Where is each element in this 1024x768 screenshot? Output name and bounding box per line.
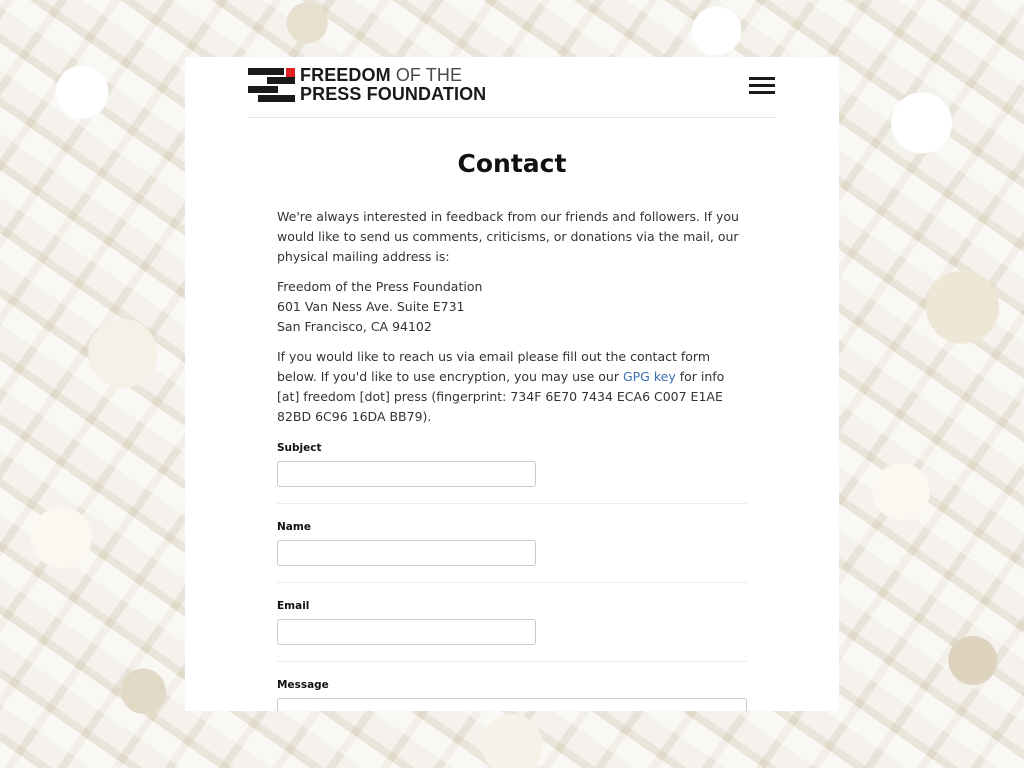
contact-form: Subject Name Email Message — [277, 441, 747, 711]
hamburger-menu-icon — [749, 77, 775, 80]
contact-content: We're always interested in feedback from… — [277, 207, 747, 711]
address-line-org: Freedom of the Press Foundation — [277, 279, 483, 294]
gpg-key-link[interactable]: GPG key — [623, 369, 676, 384]
name-input[interactable] — [277, 540, 536, 566]
field-divider — [277, 661, 747, 662]
logo-mark-icon — [248, 68, 295, 102]
email-input[interactable] — [277, 619, 536, 645]
content-panel: FREEDOM OF THE PRESS FOUNDATION Contact … — [185, 57, 839, 711]
name-field: Name — [277, 520, 747, 566]
name-label: Name — [277, 521, 311, 533]
message-textarea[interactable] — [277, 698, 747, 711]
site-header: FREEDOM OF THE PRESS FOUNDATION — [248, 57, 776, 118]
hamburger-menu-icon-bar — [749, 91, 775, 94]
encryption-paragraph: If you would like to reach us via email … — [277, 347, 747, 427]
mailing-address: Freedom of the Press Foundation 601 Van … — [277, 277, 747, 337]
logo-word-press-foundation: PRESS FOUNDATION — [300, 84, 487, 104]
subject-field: Subject — [277, 441, 747, 487]
subject-label: Subject — [277, 442, 322, 454]
address-line-street: 601 Van Ness Ave. Suite E731 — [277, 299, 465, 314]
intro-paragraph: We're always interested in feedback from… — [277, 209, 739, 264]
hamburger-menu-icon-bar — [749, 84, 775, 87]
email-field: Email — [277, 599, 747, 645]
hamburger-menu-button[interactable] — [748, 75, 776, 97]
email-label: Email — [277, 600, 310, 612]
field-divider — [277, 582, 747, 583]
logo-wordmark: FREEDOM OF THE PRESS FOUNDATION — [300, 66, 486, 104]
subject-input[interactable] — [277, 461, 536, 487]
page-title: Contact — [457, 149, 567, 178]
address-line-city: San Francisco, CA 94102 — [277, 319, 432, 334]
logo-word-freedom: FREEDOM — [300, 65, 391, 85]
message-label: Message — [277, 679, 329, 691]
field-divider — [277, 503, 747, 504]
logo-word-of-the: OF THE — [395, 65, 463, 85]
message-field: Message — [277, 678, 747, 711]
